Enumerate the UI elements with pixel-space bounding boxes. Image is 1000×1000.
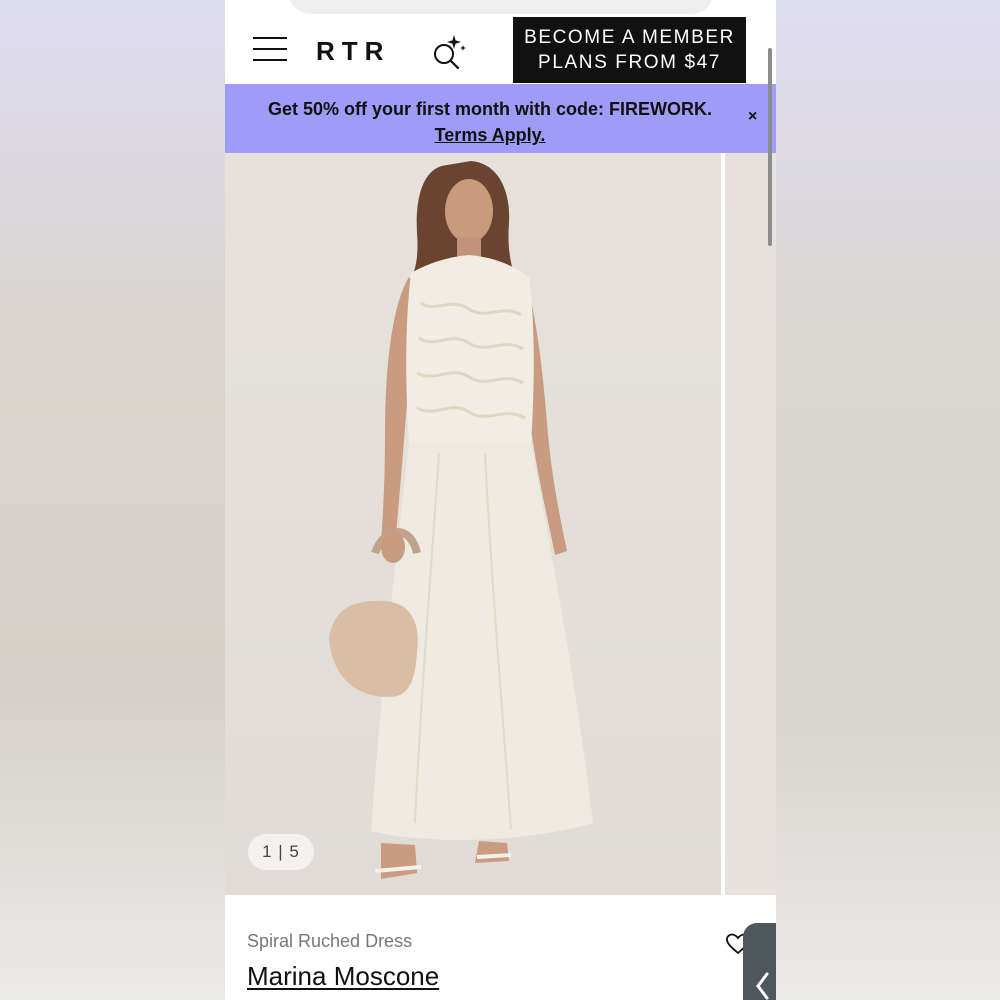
member-cta-line2: PLANS FROM $47	[538, 52, 721, 73]
next-product-photo-peek[interactable]	[725, 153, 776, 895]
ai-search-icon[interactable]	[430, 32, 470, 72]
chevron-left-icon	[756, 972, 769, 1000]
scrollbar[interactable]	[768, 48, 772, 246]
background-left	[0, 0, 225, 1000]
product-photo[interactable]: 1 | 5	[225, 153, 721, 895]
product-name: Spiral Ruched Dress	[247, 931, 413, 951]
become-member-button[interactable]: BECOME A MEMBER PLANS FROM $47	[513, 17, 746, 83]
product-details: Spiral Ruched Dress Marina Moscone	[225, 895, 776, 1000]
background-right	[776, 0, 1000, 1000]
promo-text: Get 50% off your first month with code: …	[267, 99, 712, 119]
address-bar[interactable]	[289, 0, 713, 14]
side-panel-tab[interactable]	[743, 923, 776, 1000]
mobile-screen: RTR BECOME A MEMBER PLANS FROM $47 Get 5…	[225, 0, 776, 1000]
model-photo-illustration	[329, 161, 593, 879]
site-header: RTR BECOME A MEMBER PLANS FROM $47	[225, 14, 776, 84]
promo-banner: Get 50% off your first month with code: …	[225, 84, 776, 153]
product-image-gallery[interactable]: 1 | 5	[225, 153, 776, 895]
close-icon[interactable]: ×	[748, 108, 757, 126]
member-cta-line1: BECOME A MEMBER	[524, 27, 735, 48]
hamburger-menu-icon[interactable]	[253, 36, 287, 62]
promo-terms-link[interactable]: Terms Apply.	[225, 122, 755, 148]
image-counter: 1 | 5	[248, 834, 314, 870]
brand-link[interactable]: Marina Moscone	[247, 961, 439, 992]
promo-message: Get 50% off your first month with code: …	[225, 96, 755, 148]
site-logo[interactable]: RTR	[316, 36, 390, 67]
